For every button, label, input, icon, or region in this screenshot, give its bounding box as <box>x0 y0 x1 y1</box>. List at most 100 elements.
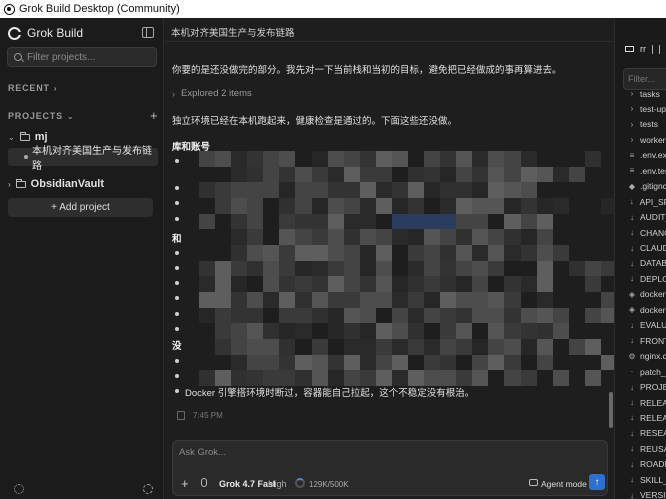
redaction-pixel <box>584 151 601 167</box>
markdown-file-icon: ↓ <box>630 258 634 268</box>
sidebar: Grok Build RECENT › PROJECTS ⌄ + ⌄ mj 本机… <box>0 18 164 499</box>
redaction-pixel <box>279 198 296 214</box>
redaction-pixel <box>375 260 392 277</box>
projects-section-toggle[interactable]: PROJECTS ⌄ <box>8 111 74 121</box>
file-tree-item[interactable]: ↓ AUDIT_ <box>615 210 666 225</box>
file-tree-item[interactable]: ≡ .env.exa <box>615 148 666 163</box>
file-tree-item[interactable]: ↓ VERSIO <box>615 488 666 499</box>
redaction-pixel <box>536 151 553 167</box>
redaction-pixel <box>231 276 248 292</box>
files-tab-icon[interactable] <box>625 46 634 52</box>
redaction-pixel <box>440 292 457 308</box>
redaction-pixel <box>504 245 521 261</box>
file-tree-item[interactable]: ↓ FRONTI <box>615 333 666 348</box>
file-tree-item[interactable]: ⚙ nginx.c <box>615 349 666 364</box>
redaction-pixel <box>279 276 296 292</box>
redaction-pixel <box>552 245 569 261</box>
redaction-pixel <box>456 166 473 183</box>
redaction-pixel <box>391 370 408 386</box>
file-tree-item[interactable]: › test-up <box>615 101 666 116</box>
file-tree-item[interactable]: ↓ RELEAS <box>615 410 666 425</box>
file-tree-item[interactable]: ↓ RELEAS <box>615 395 666 410</box>
chat-item-active[interactable]: 本机对齐美国生产与发布链路 <box>8 146 158 172</box>
agent-mode-icon[interactable] <box>529 479 538 486</box>
redaction-pixel <box>472 245 489 261</box>
redaction-pixel <box>391 151 408 167</box>
project-obsidianvault[interactable]: › ObsidianVault <box>8 178 104 190</box>
redaction-pixel <box>488 245 505 261</box>
redaction-pixel <box>311 323 328 339</box>
file-tree-item[interactable]: ↓ SKILL_S <box>615 472 666 487</box>
reasoning-level[interactable]: High <box>268 479 287 489</box>
redaction-pixel <box>327 307 344 324</box>
git-branch-icon[interactable] <box>652 44 660 54</box>
redaction-pixel <box>231 229 248 245</box>
redaction-pixel <box>456 245 473 261</box>
redaction-pixel <box>520 323 537 339</box>
list-bullet <box>175 251 179 255</box>
file-name: REUSAB <box>640 443 666 454</box>
sidebar-toggle-icon[interactable] <box>142 27 154 38</box>
redaction-pixel <box>424 213 441 230</box>
redaction-pixel <box>199 354 216 371</box>
filter-projects-input[interactable] <box>27 51 147 63</box>
settings-gear-icon[interactable] <box>14 484 24 494</box>
file-name: ROADM <box>640 459 666 470</box>
file-tree-item[interactable]: ↓ CLAUD <box>615 241 666 256</box>
redaction-pixel <box>215 198 232 214</box>
redaction-pixel <box>391 354 408 371</box>
redaction-pixel <box>375 166 392 183</box>
file-tree-item[interactable]: ↓ DEPLOY <box>615 271 666 286</box>
redaction-pixel <box>375 213 392 230</box>
recent-section-toggle[interactable]: RECENT › <box>8 83 57 93</box>
file-tree-item[interactable]: › tests <box>615 117 666 132</box>
file-tree-item[interactable]: ◈ docker- <box>615 287 666 302</box>
agent-mode-toggle[interactable]: Agent mode <box>541 479 587 489</box>
send-button[interactable]: ↑ <box>589 474 605 490</box>
file-tree-item[interactable]: ↓ API_SPE <box>615 194 666 209</box>
explored-items-toggle[interactable]: › Explored 2 items <box>172 88 252 99</box>
theme-sun-icon[interactable] <box>143 484 153 494</box>
redaction-pixel <box>456 151 473 167</box>
redaction-pixel <box>311 182 328 198</box>
attach-plus-icon[interactable]: + <box>181 476 189 491</box>
redaction-pixel <box>488 198 505 214</box>
redaction-pixel <box>552 339 569 355</box>
chat-scrollbar[interactable] <box>609 392 613 428</box>
file-tree-item[interactable]: ↓ ROADM <box>615 457 666 472</box>
redaction-pixel <box>295 354 312 371</box>
filter-projects-box[interactable] <box>7 47 157 67</box>
project-name: ObsidianVault <box>30 178 105 190</box>
copy-icon[interactable] <box>177 411 185 420</box>
redaction-pixel <box>231 307 248 324</box>
file-tree-item[interactable]: › tasks <box>615 86 666 101</box>
composer-input[interactable] <box>179 447 579 463</box>
list-bullet <box>175 389 179 393</box>
file-tree-item[interactable]: ◈ docker- <box>615 302 666 317</box>
redaction-pixel <box>391 292 408 308</box>
file-tree-item[interactable]: ↓ PROJEC <box>615 380 666 395</box>
file-tree-item[interactable]: ↓ RESEAR <box>615 426 666 441</box>
file-tree-item[interactable]: ↓ CHANG <box>615 225 666 240</box>
add-project-plus-icon[interactable]: + <box>150 108 158 123</box>
redaction-pixel <box>408 245 425 261</box>
redaction-pixel <box>359 276 376 292</box>
redaction-pixel <box>231 213 248 230</box>
redaction-pixel <box>199 245 216 261</box>
list-item-docker: Docker 引擎搭环境时断过，容器能自己拉起，这个不稳定没有根治。 <box>185 388 475 399</box>
files-tab-label[interactable]: rr <box>640 44 646 54</box>
file-tree-item[interactable]: ↓ DATABA <box>615 256 666 271</box>
redaction-pixel <box>504 354 521 371</box>
file-tree-item[interactable]: · patch_r <box>615 364 666 379</box>
file-name: RELEAS <box>640 412 666 423</box>
brand: Grok Build <box>8 26 83 40</box>
file-tree-item[interactable]: ◆ .gitignc <box>615 179 666 194</box>
file-tree-item[interactable]: ≡ .env.tes <box>615 163 666 178</box>
file-tree-item[interactable]: › workers <box>615 132 666 147</box>
file-name: DEPLOY <box>640 273 666 284</box>
redaction-pixel <box>408 354 425 371</box>
file-tree-item[interactable]: ↓ REUSAB <box>615 441 666 456</box>
file-tree-item[interactable]: ↓ EVALUA <box>615 318 666 333</box>
add-project-button[interactable]: + Add project <box>8 198 153 217</box>
microphone-icon[interactable] <box>201 478 207 487</box>
